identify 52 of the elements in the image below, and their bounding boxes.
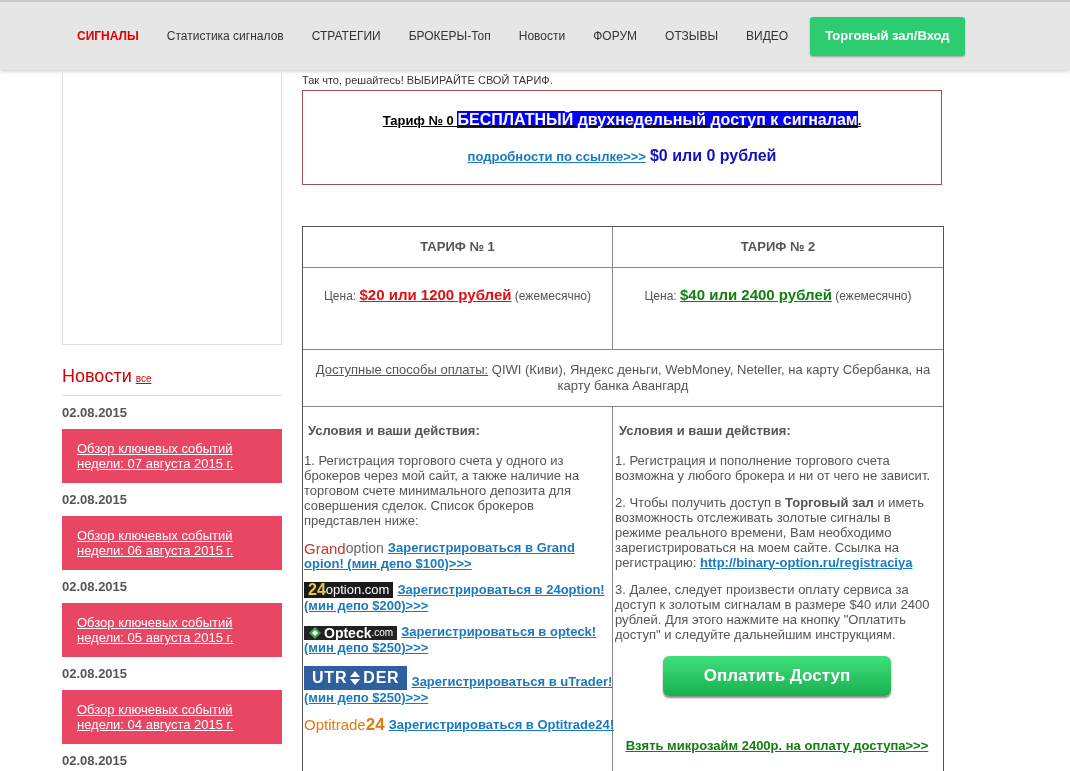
news-date: 02.08.2015 bbox=[62, 491, 129, 508]
news-link[interactable]: Обзор ключевых событий недели: 06 августа 2015 г. bbox=[77, 528, 267, 558]
conditions-heading: Условия и ваши действия: bbox=[308, 422, 481, 440]
diamond-icon bbox=[308, 625, 322, 640]
news-link[interactable]: Обзор ключевых событий недели: 07 августа 2015 г. bbox=[77, 441, 267, 471]
broker-link[interactable]: Зарегистрироваться в 24option! bbox=[397, 581, 605, 598]
broker-link[interactable]: Зарегистрироваться в uTrader! bbox=[411, 673, 613, 690]
conditions-text: 1. Регистрация торгового счета у одного из брокеров через мой сайт, а также наличие на торговом счете минимального депозита для совершения сделок. Список брокеров представлен ниже: bbox=[304, 452, 581, 528]
nav-link[interactable]: СТРАТЕГИИ bbox=[311, 27, 381, 45]
news-link[interactable]: Обзор ключевых событий недели: 05 августа 2015 г. bbox=[77, 615, 267, 645]
nav-link[interactable]: ФОРУМ bbox=[593, 27, 638, 45]
news-date: 02.08.2015 bbox=[62, 578, 129, 595]
payment-methods-text: Доступные способы оплаты: QIWI (Киви), Яндекс деньги, WebMoney, Neteller, на карту Сбербанка, на карту банка Авангард bbox=[314, 362, 932, 394]
broker-link[interactable]: Зарегистрироваться в opteck! bbox=[401, 623, 597, 640]
conditions-text: 2. Чтобы получить доступ в Торговый зал и иметь возможность отслеживать золотые сигналы в режиме реального времени, Вам необходимо зарегистрироваться на моем сайте. Ссылка на регистрацию: http://binary-option.ru/registraciya bbox=[615, 494, 925, 570]
broker-link[interactable]: Зарегистрироваться в Grand bbox=[387, 539, 575, 556]
free-price: $0 или 0 рублей bbox=[649, 145, 777, 166]
broker-logo: 24option.com bbox=[304, 581, 394, 598]
conditions-text: 1. Регистрация и пополнение торгового счета возможна у любого брокера и ни от чего не зависит. bbox=[615, 452, 931, 483]
news-link[interactable]: Обзор ключевых событий недели: 04 августа 2015 г. bbox=[77, 702, 267, 732]
all-news-link[interactable]: все bbox=[135, 371, 152, 386]
arrows-icon bbox=[349, 669, 362, 686]
broker-logo: Grandoption bbox=[304, 540, 384, 556]
registration-link[interactable]: http://binary-option.ru/registraciya bbox=[700, 554, 913, 570]
nav-link[interactable]: ВИДЕО bbox=[746, 27, 789, 45]
conditions-text: 3. Далее, следует произвести оплату сервиса за доступ к золотым сигналам в размере $40 или 2400 рублей. Для этого нажмите на кнопку "Оплатить доступ" и следуйте дальнейшим инструкциям. bbox=[615, 581, 931, 642]
broker-logo: Optitrade24 bbox=[304, 715, 385, 733]
broker-link[interactable]: (мин депо $250)>>> bbox=[304, 689, 429, 706]
details-link[interactable]: подробности по ссылке>>> bbox=[467, 146, 646, 166]
broker-logo: UTR DER bbox=[304, 665, 408, 690]
broker-link[interactable]: (мин депо $250)>>> bbox=[304, 639, 429, 656]
nav-link[interactable]: Статистика сигналов bbox=[166, 27, 284, 45]
microloan-link[interactable]: Взять микрозайм 2400р. на оплату доступа>>> bbox=[625, 735, 929, 755]
column-header: ТАРИФ № 1 bbox=[303, 227, 613, 267]
conditions-heading: Условия и ваши действия: bbox=[619, 422, 792, 440]
price-link[interactable]: $40 или 2400 рублей bbox=[680, 286, 832, 303]
price-text: Цена: $20 или 1200 рублей (ежемесячно) bbox=[322, 285, 593, 305]
price-text: Цена: $40 или 2400 рублей (ежемесячно) bbox=[643, 285, 913, 305]
price-link[interactable]: $20 или 1200 рублей bbox=[359, 286, 512, 303]
news-title: Новости bbox=[62, 365, 132, 388]
nav-link[interactable]: Новости bbox=[518, 27, 566, 45]
news-date: 02.08.2015 bbox=[62, 665, 129, 682]
broker-link[interactable]: (мин депо $200)>>> bbox=[304, 597, 429, 614]
intro-text: Так что, решайтесь! ВЫБИРАЙТЕ СВОЙ ТАРИФ. bbox=[302, 73, 554, 88]
news-date: 02.08.2015 bbox=[62, 404, 129, 421]
broker-link[interactable]: opion! (мин депо $100)>>> bbox=[304, 555, 472, 572]
broker-link[interactable]: Зарегистрироваться в Optitrade24! bbox=[388, 716, 614, 733]
nav-link[interactable]: СИГНАЛЫ bbox=[77, 27, 139, 45]
nav-link[interactable]: БРОКЕРЫ-Топ bbox=[408, 27, 491, 45]
column-header: ТАРИФ № 2 bbox=[739, 238, 817, 257]
news-date: 02.08.2015 bbox=[62, 752, 129, 769]
nav-link[interactable]: ОТЗЫВЫ bbox=[665, 27, 719, 45]
